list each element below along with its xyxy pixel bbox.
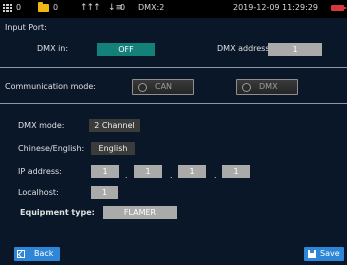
radio-circle-icon: [242, 83, 251, 92]
ip-octet-4[interactable]: 1: [222, 165, 250, 178]
equipment-type-label: Equipment type:: [20, 208, 95, 217]
radio-dmx-label: DMX: [259, 82, 278, 91]
communication-mode-label: Communication mode:: [5, 82, 96, 91]
folder-icon: [38, 2, 49, 12]
radio-can[interactable]: CAN: [132, 79, 194, 95]
language-label: Chinese/English:: [18, 144, 85, 153]
battery-icon: [331, 5, 346, 11]
input-port-heading: Input Port:: [5, 23, 47, 32]
dmx-address-field[interactable]: 1: [268, 43, 322, 56]
grid-icon: [3, 4, 12, 12]
status-count-1: 0: [16, 3, 22, 12]
divider: [0, 67, 347, 68]
ip-address-label: IP address:: [18, 167, 62, 176]
status-count-2: 0: [53, 3, 59, 12]
divider: [0, 103, 347, 104]
save-disk-icon: [308, 250, 316, 258]
radio-dmx[interactable]: DMX: [236, 79, 298, 95]
datetime: 2019-12-09 11:29:29: [233, 3, 318, 12]
ip-octet-1[interactable]: 1: [91, 165, 119, 178]
dmx-mode-label: DMX mode:: [18, 121, 65, 130]
back-button[interactable]: Back: [14, 247, 60, 261]
status-bar: 0 0 ↑↑↑ ↓≡ 0 DMX:2 2019-12-09 11:29:29: [0, 0, 347, 16]
ip-octet-3[interactable]: 1: [178, 165, 206, 178]
language-select[interactable]: English: [91, 142, 135, 155]
localhost-label: Localhost:: [18, 188, 59, 197]
ip-separator: .: [170, 171, 173, 180]
ip-octet-2[interactable]: 1: [134, 165, 162, 178]
dmx-status: DMX:2: [138, 3, 165, 12]
radio-can-label: CAN: [155, 82, 173, 91]
radio-circle-icon: [138, 83, 147, 92]
dmx-in-toggle[interactable]: OFF: [97, 43, 155, 56]
arrows-icon: ↑↑↑: [80, 3, 101, 13]
save-button[interactable]: Save: [304, 247, 344, 261]
back-button-label: Back: [34, 249, 54, 258]
equipment-type-select[interactable]: FLAMER: [103, 206, 177, 219]
save-button-label: Save: [320, 249, 340, 258]
ip-separator: .: [125, 171, 128, 180]
dmx-mode-select[interactable]: 2 Channel: [89, 119, 140, 132]
localhost-field[interactable]: 1: [91, 186, 118, 199]
back-arrow-icon: [17, 250, 25, 258]
dmx-in-label: DMX in:: [37, 44, 69, 53]
dmx-address-label: DMX address:: [217, 44, 273, 53]
status-count-3: 0: [120, 3, 126, 12]
ip-separator: .: [214, 171, 217, 180]
